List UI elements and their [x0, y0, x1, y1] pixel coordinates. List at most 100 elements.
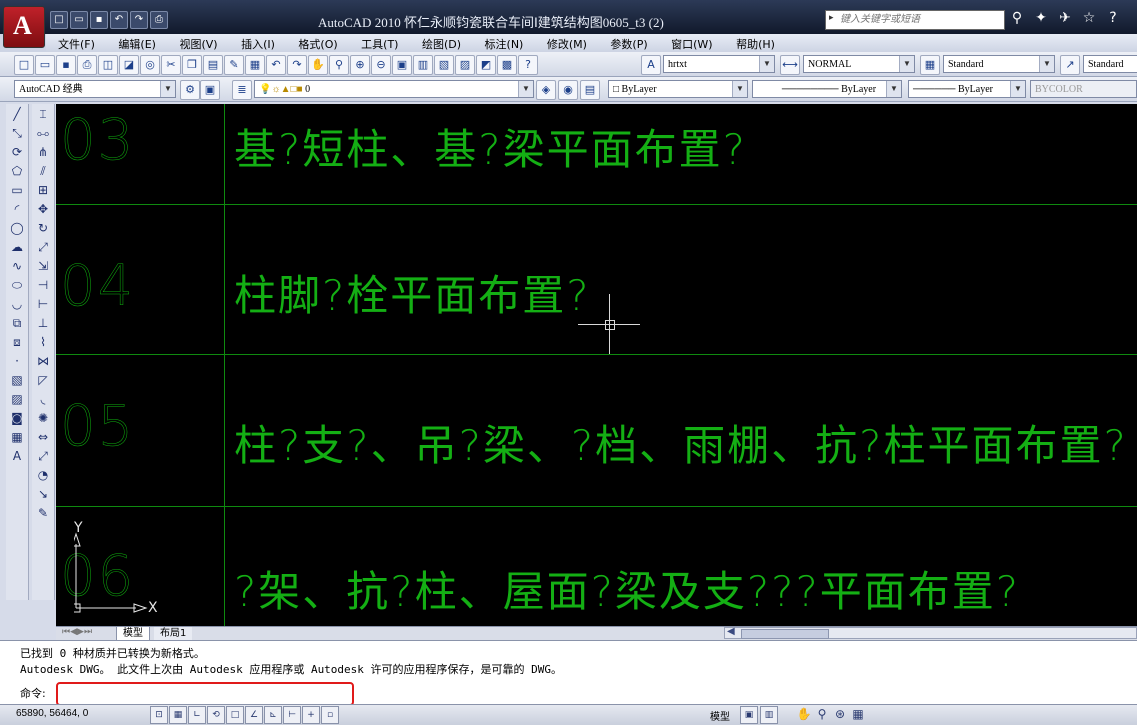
preview-icon[interactable]: ◫: [98, 55, 118, 75]
lwt-icon[interactable]: +: [302, 706, 320, 724]
new-file-icon[interactable]: □: [50, 11, 68, 29]
quick-view-layouts-icon[interactable]: ▣: [740, 706, 758, 724]
sheet-set-icon[interactable]: ▨: [455, 55, 475, 75]
binoculars-icon[interactable]: ⚲: [1008, 9, 1026, 27]
tab-layout1[interactable]: 布局1: [154, 627, 193, 640]
3d-dwf-icon[interactable]: ◎: [140, 55, 160, 75]
layer-state-icon[interactable]: ▤: [580, 80, 600, 100]
extend-icon[interactable]: ⊢: [34, 295, 52, 313]
explode-icon[interactable]: ✺: [34, 409, 52, 427]
zoom-window-icon[interactable]: ⊕: [350, 55, 370, 75]
break-at-point-icon[interactable]: ⊥: [34, 314, 52, 332]
dim-aligned-icon[interactable]: ⤢: [34, 447, 52, 465]
mirror-icon[interactable]: ⋔: [34, 143, 52, 161]
hatch-icon[interactable]: ▧: [8, 371, 26, 389]
osnap-icon[interactable]: □: [226, 706, 244, 724]
block-editor-icon[interactable]: ▦: [245, 55, 265, 75]
dim-style-icon[interactable]: ⟷: [780, 55, 800, 75]
publish-icon[interactable]: ◪: [119, 55, 139, 75]
text-style-icon[interactable]: A: [641, 55, 661, 75]
zoom-previous-icon[interactable]: ⊖: [371, 55, 391, 75]
workspace-settings-icon[interactable]: ⚙: [180, 80, 200, 100]
point-icon[interactable]: ·: [8, 352, 26, 370]
pan-icon[interactable]: ✋: [308, 55, 328, 75]
dim-linear-icon[interactable]: ⇔: [34, 428, 52, 446]
revcloud-icon[interactable]: ☁: [8, 238, 26, 256]
trim-icon[interactable]: ⊣: [34, 276, 52, 294]
zoom-realtime-icon[interactable]: ⚲: [329, 55, 349, 75]
break-icon[interactable]: ⌇: [34, 333, 52, 351]
spline-icon[interactable]: ∿: [8, 257, 26, 275]
scroll-left-icon[interactable]: ◀: [727, 626, 735, 637]
favorites-icon[interactable]: ☆: [1080, 9, 1098, 27]
redo-icon[interactable]: ↷: [130, 11, 148, 29]
menu-window[interactable]: 窗口(W): [667, 34, 716, 54]
qp-icon[interactable]: ▫: [321, 706, 339, 724]
array-icon[interactable]: ⊞: [34, 181, 52, 199]
chevron-down-icon[interactable]: ▼: [899, 56, 914, 72]
menu-tools[interactable]: 工具(T): [357, 34, 402, 54]
chevron-down-icon[interactable]: ▼: [886, 81, 901, 97]
paste-icon[interactable]: ▤: [203, 55, 223, 75]
application-menu-button[interactable]: A: [3, 6, 45, 48]
quickcalc-icon[interactable]: ▩: [497, 55, 517, 75]
table-icon[interactable]: ▦: [8, 428, 26, 446]
menu-format[interactable]: 格式(O): [294, 34, 341, 54]
save-icon[interactable]: ▪: [90, 11, 108, 29]
chevron-down-icon[interactable]: ▼: [1010, 81, 1025, 97]
menu-edit[interactable]: 编辑(E): [114, 34, 160, 54]
make-block-icon[interactable]: ⧈: [8, 333, 26, 351]
menu-dimension[interactable]: 标注(N): [481, 34, 528, 54]
horizontal-scrollbar[interactable]: ◀: [724, 626, 1137, 639]
ducs-icon[interactable]: ⊾: [264, 706, 282, 724]
scale-icon[interactable]: ⤢: [34, 238, 52, 256]
undo-icon[interactable]: ↶: [110, 11, 128, 29]
grid-icon[interactable]: ▦: [169, 706, 187, 724]
dim-radius-icon[interactable]: ◔: [34, 466, 52, 484]
linetype-combo[interactable]: ──────── ByLayer ▼: [752, 80, 902, 98]
chevron-down-icon[interactable]: ▼: [1039, 56, 1054, 72]
copy-icon[interactable]: ❐: [182, 55, 202, 75]
ortho-icon[interactable]: ∟: [188, 706, 206, 724]
workspace-save-icon[interactable]: ▣: [200, 80, 220, 100]
table-style-icon[interactable]: ▦: [920, 55, 940, 75]
properties-icon[interactable]: ▣: [392, 55, 412, 75]
markup-icon[interactable]: ◩: [476, 55, 496, 75]
chevron-down-icon[interactable]: ▼: [160, 81, 175, 97]
chevron-down-icon[interactable]: ▼: [518, 81, 533, 97]
otrack-icon[interactable]: ∠: [245, 706, 263, 724]
menu-file[interactable]: 文件(F): [54, 34, 99, 54]
region-icon[interactable]: ◙: [8, 409, 26, 427]
join-icon[interactable]: ⋈: [34, 352, 52, 370]
subscription-icon[interactable]: ✦: [1032, 9, 1050, 27]
undo-icon[interactable]: ↶: [266, 55, 286, 75]
help-icon[interactable]: ?: [1104, 9, 1122, 27]
drawing-canvas[interactable]: 03 基?短柱、基?梁平面布置? 04 柱脚?栓平面布置? 05 柱?支?、吊?…: [56, 104, 1137, 626]
fillet-icon[interactable]: ◟: [34, 390, 52, 408]
open-icon[interactable]: ▭: [35, 55, 55, 75]
menu-parametric[interactable]: 参数(P): [606, 34, 651, 54]
tool-palettes-icon[interactable]: ▧: [434, 55, 454, 75]
dim-edit-icon[interactable]: ✎: [34, 504, 52, 522]
rotate-icon[interactable]: ↻: [34, 219, 52, 237]
chevron-down-icon[interactable]: ▼: [759, 56, 774, 72]
mtext-icon[interactable]: A: [8, 447, 26, 465]
layer-combo[interactable]: 💡☼▲□■ 0 ▼: [254, 80, 534, 98]
gradient-icon[interactable]: ▨: [8, 390, 26, 408]
circle-icon[interactable]: ◯: [8, 219, 26, 237]
polygon-icon[interactable]: ⬠: [8, 162, 26, 180]
comm-center-icon[interactable]: ✈: [1056, 9, 1074, 27]
text-style-combo[interactable]: hrtxt ▼: [663, 55, 775, 73]
insert-block-icon[interactable]: ⧉: [8, 314, 26, 332]
arc-icon[interactable]: ◜: [8, 200, 26, 218]
open-file-icon[interactable]: ▭: [70, 11, 88, 29]
make-current-layer-icon[interactable]: ◈: [536, 80, 556, 100]
menu-modify[interactable]: 修改(M): [543, 34, 591, 54]
scroll-thumb[interactable]: [741, 629, 829, 639]
chevron-down-icon[interactable]: ▼: [732, 81, 747, 97]
layer-properties-icon[interactable]: ≣: [232, 80, 252, 100]
stretch-icon[interactable]: ⇲: [34, 257, 52, 275]
quick-view-drawings-icon[interactable]: ▥: [760, 706, 778, 724]
menu-help[interactable]: 帮助(H): [732, 34, 779, 54]
plot-icon[interactable]: ⎙: [150, 11, 168, 29]
